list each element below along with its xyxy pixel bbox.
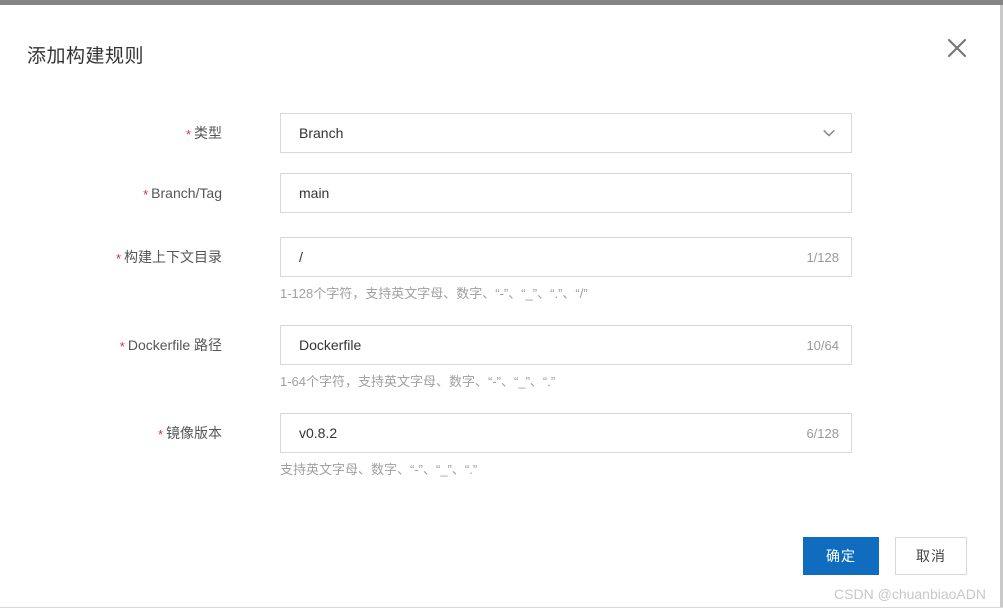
image-version-input[interactable]: v0.8.2 6/128 <box>280 413 852 453</box>
build-context-input[interactable]: / 1/128 <box>280 237 852 277</box>
branch-tag-input[interactable]: main <box>280 173 852 213</box>
required-asterisk: * <box>115 251 121 266</box>
dialog-footer: 确定 取消 <box>0 535 1000 581</box>
image-version-counter: 6/128 <box>806 425 839 441</box>
build-context-helper-text: 1-128个字符，支持英文字母、数字、“-”、“_”、“.”、“/” <box>280 286 588 301</box>
build-context-value: / <box>299 249 303 265</box>
chevron-down-icon[interactable] <box>821 125 851 141</box>
field-label-branch-tag: * Branch/Tag <box>143 185 222 202</box>
build-context-counter: 1/128 <box>806 249 839 265</box>
type-select-value: Branch <box>299 125 344 141</box>
required-asterisk: * <box>119 339 125 354</box>
dockerfile-path-helper-text: 1-64个字符，支持英文字母、数字、“-”、“_”、“.” <box>280 374 556 389</box>
field-label-type: * 类型 <box>185 125 222 142</box>
dockerfile-path-value: Dockerfile <box>299 337 362 353</box>
type-select[interactable]: Branch <box>280 113 852 153</box>
required-asterisk: * <box>143 187 149 202</box>
page-title: 添加构建规则 <box>27 46 145 67</box>
confirm-button[interactable]: 确定 <box>803 537 879 575</box>
dockerfile-path-counter: 10/64 <box>806 337 839 353</box>
cancel-button[interactable]: 取消 <box>895 537 967 575</box>
required-asterisk: * <box>185 127 191 142</box>
field-label-dockerfile-path: * Dockerfile 路径 <box>119 337 222 354</box>
field-label-image-version: * 镜像版本 <box>157 425 222 442</box>
dockerfile-path-input[interactable]: Dockerfile 10/64 <box>280 325 852 365</box>
field-label-build-context: * 构建上下文目录 <box>115 249 222 266</box>
watermark: CSDN @chuanbiaoADN <box>834 586 986 602</box>
close-icon[interactable] <box>941 32 973 64</box>
branch-tag-value: main <box>299 185 330 201</box>
image-version-value: v0.8.2 <box>299 425 338 441</box>
required-asterisk: * <box>157 427 163 442</box>
image-version-helper-text: 支持英文字母、数字、“-”、“_”、“.” <box>280 462 478 477</box>
add-build-rule-dialog: 添加构建规则 * 类型 Branch * Branch/Tag main * 构… <box>0 5 1000 608</box>
